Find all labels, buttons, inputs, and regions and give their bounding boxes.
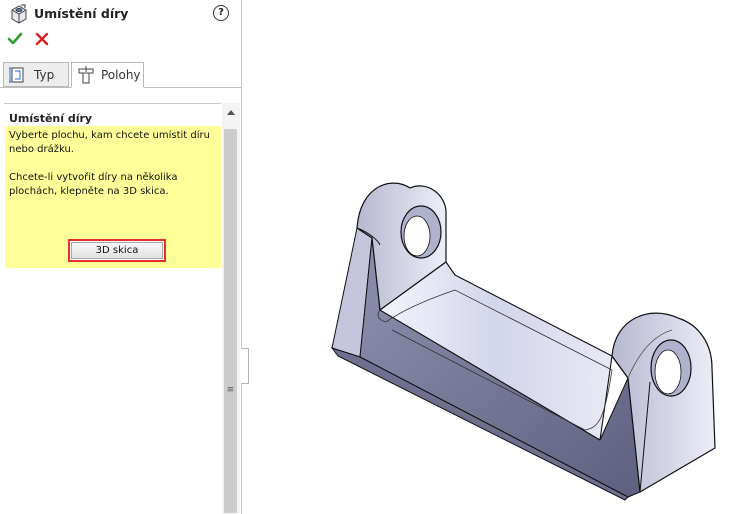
tab-polohy-label: Polohy <box>101 68 141 82</box>
group-separator <box>4 103 221 104</box>
panel-header: Umístění díry ? <box>0 0 242 28</box>
graphics-viewport[interactable] <box>250 0 750 514</box>
tab-typ[interactable]: Typ <box>3 62 69 87</box>
group-title: Umístění díry <box>9 112 93 125</box>
property-manager-panel: Umístění díry ? Typ Polohy Umístění díry… <box>0 0 242 514</box>
tab-typ-label: Typ <box>34 68 55 82</box>
bracket-part-model[interactable] <box>250 0 750 514</box>
grip-icon[interactable]: ≡ <box>226 386 235 395</box>
panel-splitter[interactable] <box>242 0 250 514</box>
hint-paragraph-2: Chcete-li vytvořit díry na několika ploc… <box>9 172 178 197</box>
3d-sketch-button-label: 3D skica <box>71 242 163 259</box>
scroll-thumb[interactable] <box>224 129 237 513</box>
hole-type-icon <box>9 67 24 83</box>
3d-sketch-button[interactable]: 3D skica <box>68 239 166 262</box>
panel-title: Umístění díry <box>34 6 129 21</box>
panel-scrollbar[interactable] <box>222 103 240 514</box>
help-icon[interactable]: ? <box>213 5 229 21</box>
splitter-handle[interactable] <box>241 348 249 384</box>
hint-text: Vyberte plochu, kam chcete umístit díru … <box>9 129 217 199</box>
scroll-up-arrow-icon[interactable] <box>227 110 235 115</box>
hint-paragraph-1: Vyberte plochu, kam chcete umístit díru … <box>9 130 210 155</box>
cancel-button[interactable] <box>34 31 50 47</box>
tab-polohy[interactable]: Polohy <box>71 62 144 88</box>
ok-button[interactable] <box>7 31 23 47</box>
hole-position-icon <box>78 66 94 84</box>
hole-wizard-icon <box>11 4 27 24</box>
